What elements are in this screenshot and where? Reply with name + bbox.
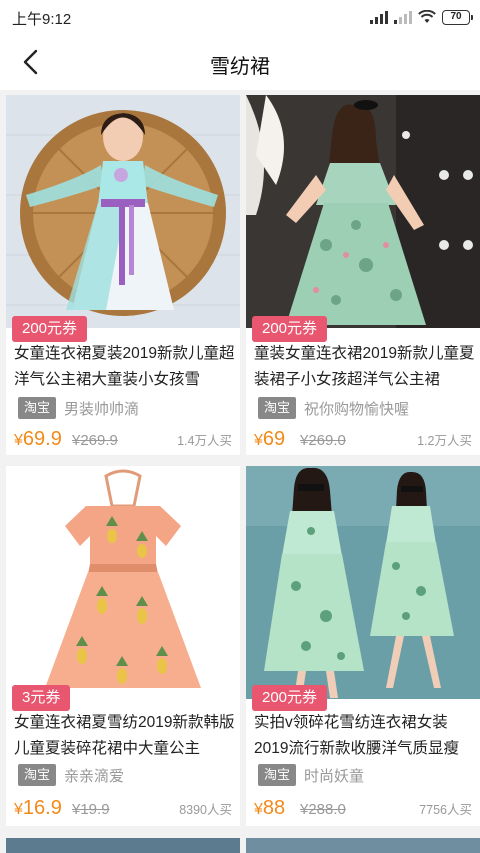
current-price: ¥88 — [254, 797, 285, 820]
shop-row: 淘宝 祝你购物愉快喔 — [258, 397, 409, 419]
current-price: ¥16.9 — [14, 797, 62, 820]
shop-name[interactable]: 亲亲滴爱 — [64, 765, 124, 786]
price-row: ¥16.9 ¥19.9 8390人买 — [14, 796, 232, 820]
product-card[interactable]: 200元券 实拍v领碎花雪纺连衣裙女装2019流行新款收腰洋气质显瘦 淘宝 时尚… — [246, 466, 480, 826]
signal-weak-icon — [394, 10, 412, 24]
coupon-badge: 200元券 — [12, 316, 88, 342]
current-price: ¥69.9 — [14, 428, 62, 451]
battery-icon: 70 — [442, 9, 473, 25]
product-card[interactable]: 3元券 女童连衣裙夏雪纺2019新款韩版儿童夏装碎花裙中大童公主 淘宝 亲亲滴爱… — [6, 466, 240, 826]
status-bar: 上午9:12 70 — [0, 0, 480, 34]
signal-icon — [370, 10, 388, 24]
page-title: 雪纺裙 — [210, 56, 270, 78]
sales-count: 1.4万人买 — [177, 434, 232, 448]
product-card[interactable] — [6, 838, 240, 853]
product-title[interactable]: 实拍v领碎花雪纺连衣裙女装2019流行新款收腰洋气质显瘦 — [254, 710, 476, 762]
product-title[interactable]: 女童连衣裙夏装2019新款儿童超洋气公主裙大童装小女孩雪 — [14, 341, 236, 393]
original-price: ¥19.9 — [72, 801, 110, 818]
product-image[interactable] — [246, 466, 480, 699]
status-time: 上午9:12 — [12, 11, 72, 28]
coupon-badge: 3元券 — [12, 685, 71, 711]
shop-row: 淘宝 时尚妖童 — [258, 764, 364, 786]
status-icons: 70 — [370, 8, 473, 26]
currency-symbol: ¥ — [254, 432, 263, 449]
current-price: ¥69 — [254, 428, 285, 451]
shop-row: 淘宝 男装帅帅滴 — [18, 397, 139, 419]
original-price: ¥288.0 — [300, 801, 346, 818]
sales-count: 7756人买 — [419, 803, 472, 817]
shop-name[interactable]: 男装帅帅滴 — [64, 398, 139, 419]
product-title[interactable]: 女童连衣裙夏雪纺2019新款韩版儿童夏装碎花裙中大童公主 — [14, 710, 236, 762]
platform-tag: 淘宝 — [258, 397, 297, 419]
currency-symbol: ¥ — [14, 432, 23, 449]
coupon-badge: 200元券 — [252, 685, 328, 711]
product-image[interactable] — [6, 95, 240, 328]
product-card[interactable] — [246, 838, 480, 853]
price-row: ¥69 ¥269.0 1.2万人买 — [254, 427, 472, 451]
price-row: ¥88 ¥288.0 7756人买 — [254, 796, 472, 820]
nav-bar: 雪纺裙 — [0, 34, 480, 90]
product-card[interactable]: 200元券 女童连衣裙夏装2019新款儿童超洋气公主裙大童装小女孩雪 淘宝 男装… — [6, 95, 240, 455]
coupon-badge: 200元券 — [252, 316, 328, 342]
shop-row: 淘宝 亲亲滴爱 — [18, 764, 124, 786]
original-price: ¥269.9 — [72, 432, 118, 449]
sales-count: 8390人买 — [179, 803, 232, 817]
shop-name[interactable]: 时尚妖童 — [304, 765, 364, 786]
currency-symbol: ¥ — [14, 801, 23, 818]
product-card[interactable]: 200元券 童装女童连衣裙2019新款儿童夏装裙子小女孩超洋气公主裙 淘宝 祝你… — [246, 95, 480, 455]
price-value: 69.9 — [22, 428, 62, 450]
sales-count: 1.2万人买 — [417, 434, 472, 448]
currency-symbol: ¥ — [254, 801, 263, 818]
price-row: ¥69.9 ¥269.9 1.4万人买 — [14, 427, 232, 451]
platform-tag: 淘宝 — [258, 764, 297, 786]
platform-tag: 淘宝 — [18, 764, 57, 786]
product-title[interactable]: 童装女童连衣裙2019新款儿童夏装裙子小女孩超洋气公主裙 — [254, 341, 476, 393]
price-value: 88 — [262, 797, 286, 819]
wifi-icon — [418, 10, 436, 23]
product-image[interactable] — [246, 95, 480, 328]
price-value: 69 — [262, 428, 286, 450]
original-price: ¥269.0 — [300, 432, 346, 449]
shop-name[interactable]: 祝你购物愉快喔 — [304, 398, 409, 419]
platform-tag: 淘宝 — [18, 397, 57, 419]
product-image[interactable] — [6, 466, 240, 699]
price-value: 16.9 — [22, 797, 62, 819]
